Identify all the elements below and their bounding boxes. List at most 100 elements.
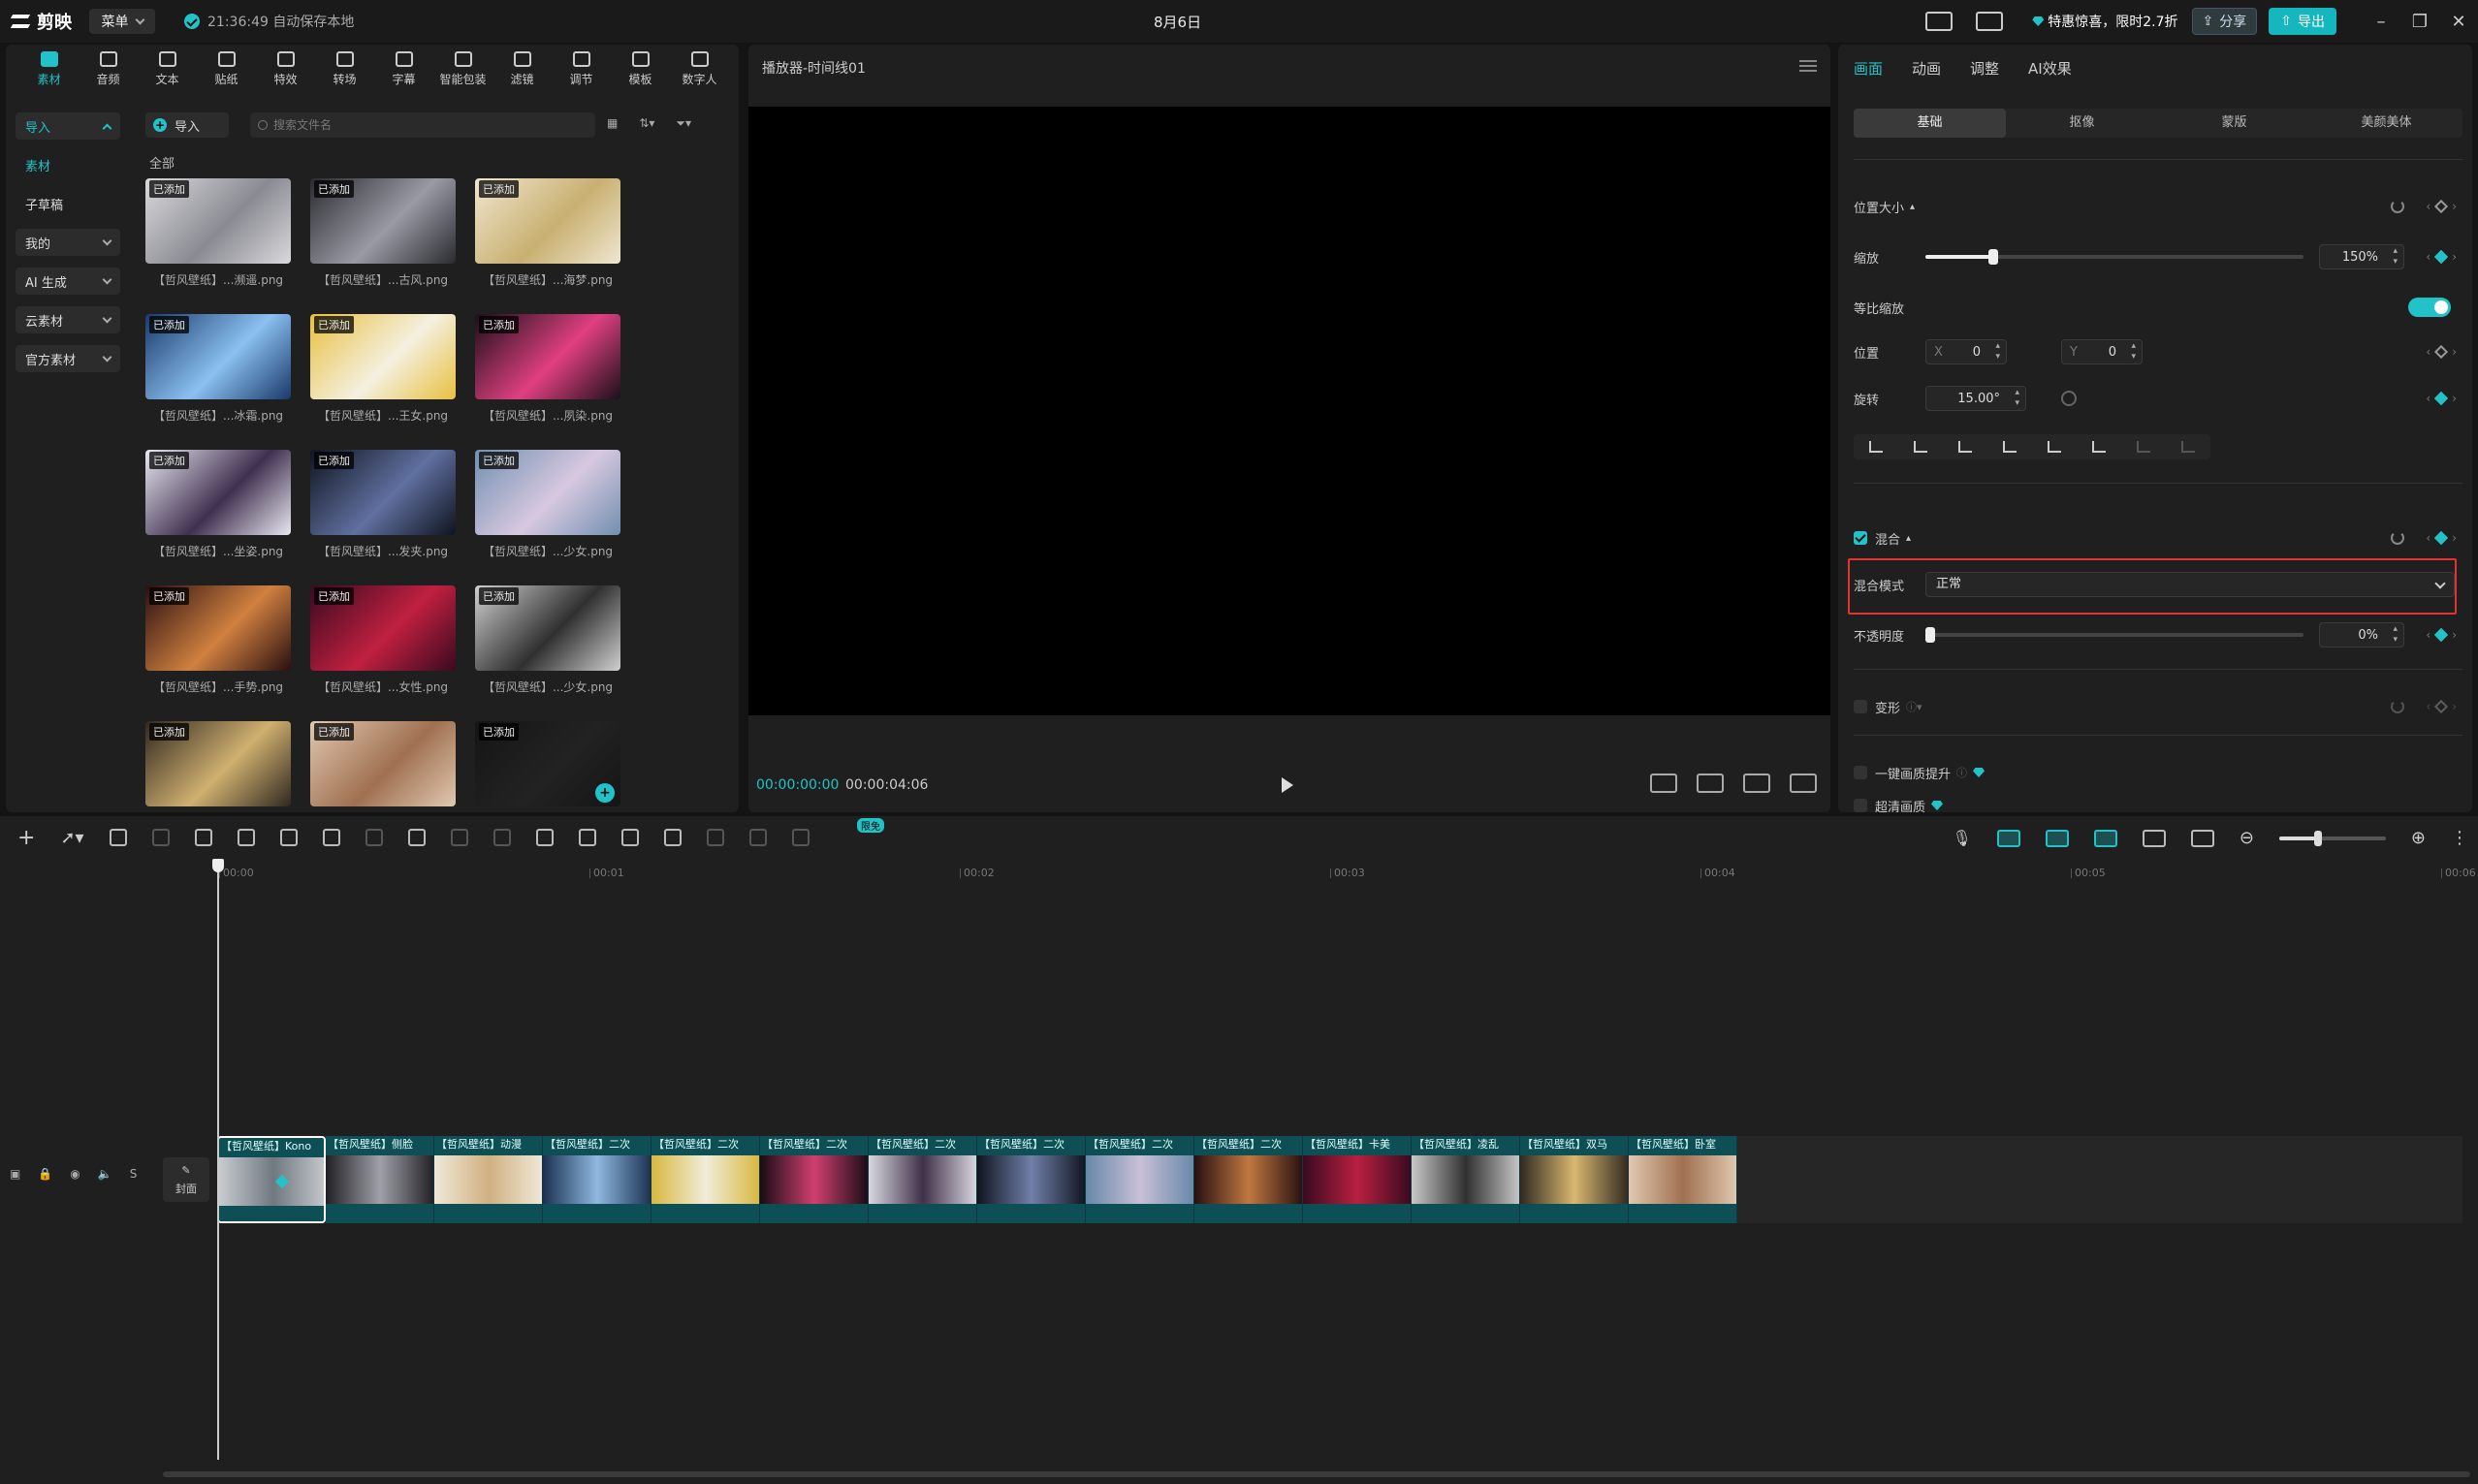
category-tab[interactable]: 滤镜 xyxy=(492,45,552,93)
enhance-checkbox[interactable] xyxy=(1854,766,1867,779)
media-thumbnail[interactable]: 已添加 【哲风壁纸】...少女.png xyxy=(475,450,620,585)
media-thumbnail[interactable]: 已添加 【哲风壁纸】...濒遥.png xyxy=(145,178,291,314)
select-tool-icon[interactable]: ➚▾ xyxy=(60,828,83,848)
rotate-dial-icon[interactable] xyxy=(2061,391,2077,406)
next-keyframe-icon[interactable]: › xyxy=(2452,250,2457,264)
media-thumbnail[interactable]: 已添加 【哲风壁纸】...夙染.png xyxy=(475,314,620,450)
hd-row[interactable]: 超清画质 xyxy=(1854,799,2462,812)
keyframe-icon[interactable] xyxy=(2434,530,2449,546)
thumbnail-image[interactable]: 已添加 xyxy=(145,178,291,264)
tab-2[interactable]: 调整 xyxy=(1970,58,1999,79)
thumbnail-image[interactable]: 已添加 xyxy=(310,585,456,671)
prev-keyframe-icon[interactable]: ‹ xyxy=(2426,250,2430,264)
category-tab[interactable]: 转场 xyxy=(315,45,374,93)
media-thumbnail[interactable]: 已添加 【哲风壁纸】...坐姿.png xyxy=(145,450,291,585)
timeline-preview-icon[interactable] xyxy=(2190,829,2214,847)
thumbnail-image[interactable]: 已添加 xyxy=(145,585,291,671)
linkage-icon[interactable] xyxy=(2093,829,2117,847)
track-select-icon[interactable]: ▣ xyxy=(10,1167,20,1181)
subtab-3[interactable]: 美颜美体 xyxy=(2310,109,2462,138)
category-tab[interactable]: 智能包装 xyxy=(433,45,492,93)
subtab-0[interactable]: 基础 xyxy=(1854,109,2006,138)
media-thumbnail[interactable]: 已添加 【哲风壁纸】...女性.png xyxy=(310,585,456,721)
screenshot-icon[interactable] xyxy=(1697,774,1724,793)
keyframe-icon[interactable] xyxy=(2434,344,2449,360)
thumbnail-image[interactable]: 已添加 xyxy=(475,314,620,399)
prev-keyframe-icon[interactable]: ‹ xyxy=(2426,345,2430,359)
category-tab[interactable]: 字幕 xyxy=(374,45,433,93)
zoom-slider[interactable] xyxy=(2278,830,2386,846)
opacity-input[interactable]: 0% xyxy=(2319,622,2404,647)
crop-icon[interactable] xyxy=(620,829,639,846)
align-top-icon[interactable] xyxy=(1987,434,2032,459)
blend-header[interactable]: 混合 ▴ ‹ › xyxy=(1854,523,2462,553)
lock-icon[interactable]: 🔒 xyxy=(38,1167,52,1181)
keyframe-icon[interactable] xyxy=(2434,199,2449,214)
scale-slider-knob[interactable] xyxy=(1988,249,1999,265)
next-keyframe-icon[interactable]: › xyxy=(2452,531,2457,545)
timeline-clip[interactable]: 【哲风壁纸】卡美 xyxy=(1303,1136,1412,1223)
shortcut-icon[interactable] xyxy=(1925,12,1954,31)
uniform-scale-toggle[interactable] xyxy=(2408,298,2451,317)
reset-icon[interactable] xyxy=(2391,531,2404,545)
tab-3[interactable]: AI效果 xyxy=(2028,58,2072,79)
timeline-clip[interactable]: 【哲风壁纸】二次 xyxy=(1086,1136,1194,1223)
category-tab[interactable]: 数字人 xyxy=(670,45,729,93)
hd-checkbox[interactable] xyxy=(1854,799,1867,812)
category-tab[interactable]: 文本 xyxy=(138,45,197,93)
cutout-icon[interactable] xyxy=(791,829,810,846)
next-keyframe-icon[interactable]: › xyxy=(2452,392,2457,405)
layout-icon[interactable] xyxy=(1976,12,2004,31)
deform-row[interactable]: 变形 ⓘ▾ ‹ › xyxy=(1854,692,2462,721)
category-tab[interactable]: 贴纸 xyxy=(197,45,256,93)
tab-0[interactable]: 画面 xyxy=(1854,58,1883,79)
menu-icon[interactable] xyxy=(1799,60,1817,72)
add-track-icon[interactable]: + xyxy=(17,826,35,850)
preview-axis-icon[interactable] xyxy=(2142,829,2166,847)
align-right-icon[interactable] xyxy=(1943,434,1987,459)
side-item-official[interactable]: 官方素材 xyxy=(16,345,120,372)
resize-icon[interactable] xyxy=(663,829,682,846)
opacity-slider[interactable] xyxy=(1925,627,2303,643)
auto-snap-icon[interactable] xyxy=(2045,829,2069,847)
side-item-cloud[interactable]: 云素材 xyxy=(16,306,120,333)
next-keyframe-icon[interactable]: › xyxy=(2452,345,2457,359)
split-left-icon[interactable] xyxy=(237,829,255,846)
thumbnail-image[interactable]: + 已添加 xyxy=(475,721,620,806)
media-thumbnail[interactable]: 已添加 【哲风壁纸】...手势.png xyxy=(145,585,291,721)
media-thumbnail[interactable]: 已添加 【哲风壁纸】...古风.png xyxy=(310,178,456,314)
share-button[interactable]: ⇪ 分享 xyxy=(2191,8,2258,35)
play-icon[interactable] xyxy=(1282,777,1293,793)
timeline-clip[interactable]: 【哲风壁纸】卧室 xyxy=(1629,1136,1737,1223)
cover-button[interactable]: ✎ 封面 xyxy=(163,1157,209,1202)
grid-view-icon[interactable]: ▦ xyxy=(607,116,618,131)
timeline-ruler[interactable]: 00:00 00:01 00:02 00:03 00:04 00:05 00:06 xyxy=(219,859,2476,884)
scale-slider[interactable] xyxy=(1925,249,2303,265)
speaker-icon[interactable]: 🔈 xyxy=(98,1167,112,1181)
eye-icon[interactable]: ◉ xyxy=(70,1167,79,1181)
opacity-slider-knob[interactable] xyxy=(1925,627,1935,643)
timeline-clip[interactable]: 【哲风壁纸】二次 xyxy=(651,1136,760,1223)
timeline-clip[interactable]: 【哲风壁纸】Kono xyxy=(217,1136,326,1223)
solo-icon[interactable]: S xyxy=(130,1167,138,1181)
side-item-import[interactable]: 导入 xyxy=(16,112,120,140)
blend-checkbox[interactable] xyxy=(1854,531,1867,545)
zoom-out-icon[interactable]: ⊖ xyxy=(2240,828,2254,848)
playhead[interactable] xyxy=(212,859,224,1460)
next-keyframe-icon[interactable]: › xyxy=(2452,628,2457,642)
thumbnail-image[interactable]: 已添加 xyxy=(310,450,456,535)
rotate-input[interactable]: 15.00° xyxy=(1925,386,2026,411)
import-button[interactable]: + 导入 xyxy=(145,112,229,138)
export-button[interactable]: ⇧ 导出 xyxy=(2269,8,2336,35)
split-icon[interactable] xyxy=(194,829,212,846)
undo-icon[interactable] xyxy=(109,829,127,846)
delete-icon[interactable] xyxy=(322,829,340,846)
subtab-1[interactable]: 抠像 xyxy=(2006,109,2158,138)
thumbnail-image[interactable]: 已添加 xyxy=(310,314,456,399)
category-tab[interactable]: 音频 xyxy=(79,45,138,93)
more-icon[interactable]: ⋮ xyxy=(2451,828,2468,848)
media-thumbnail[interactable]: 已添加 【哲风壁纸】...王女.png xyxy=(310,314,456,450)
prev-keyframe-icon[interactable]: ‹ xyxy=(2426,200,2430,213)
side-item-material[interactable]: 素材 xyxy=(16,151,120,178)
prev-keyframe-icon[interactable]: ‹ xyxy=(2426,531,2430,545)
